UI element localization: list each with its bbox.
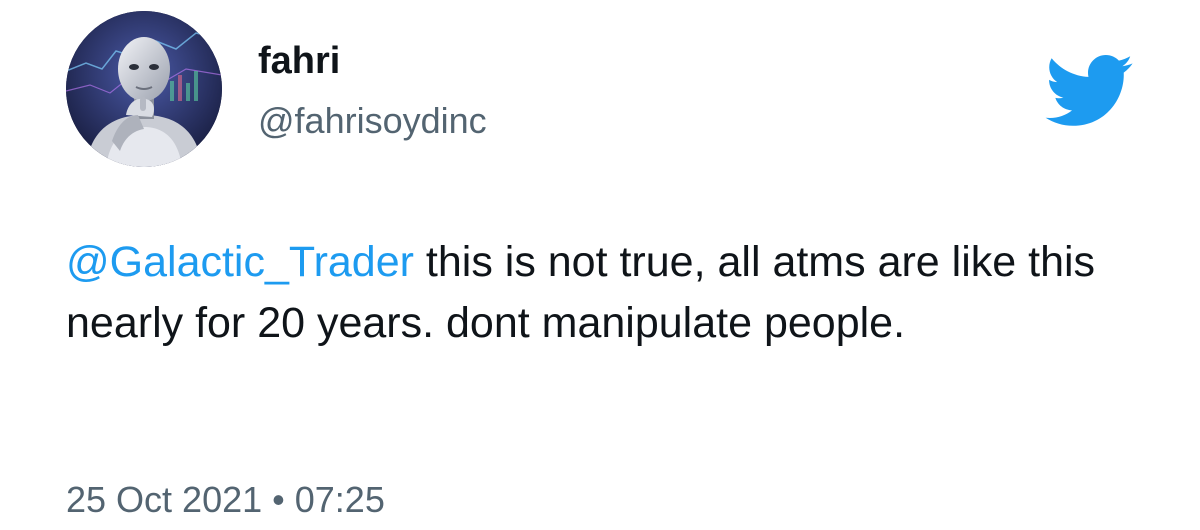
mention-link[interactable]: @Galactic_Trader — [66, 238, 414, 286]
twitter-bird-icon[interactable] — [1042, 52, 1134, 127]
avatar[interactable] — [66, 11, 222, 167]
user-handle[interactable]: @fahrisoydinc — [258, 99, 487, 143]
tweet-card: fahri @fahrisoydinc @Galactic_Trader thi… — [0, 0, 1200, 530]
tweet-date: 25 Oct 2021 — [66, 479, 263, 520]
tweet-text: @Galactic_Trader this is not true, all a… — [66, 232, 1126, 354]
timestamp-separator: • — [272, 479, 285, 520]
robot-avatar-image — [66, 11, 222, 167]
tweet-time: 07:25 — [294, 479, 385, 520]
display-name[interactable]: fahri — [258, 38, 340, 84]
twitter-bird-icon-svg — [1045, 55, 1133, 126]
timestamp[interactable]: 25 Oct 2021 • 07:25 — [66, 478, 385, 522]
